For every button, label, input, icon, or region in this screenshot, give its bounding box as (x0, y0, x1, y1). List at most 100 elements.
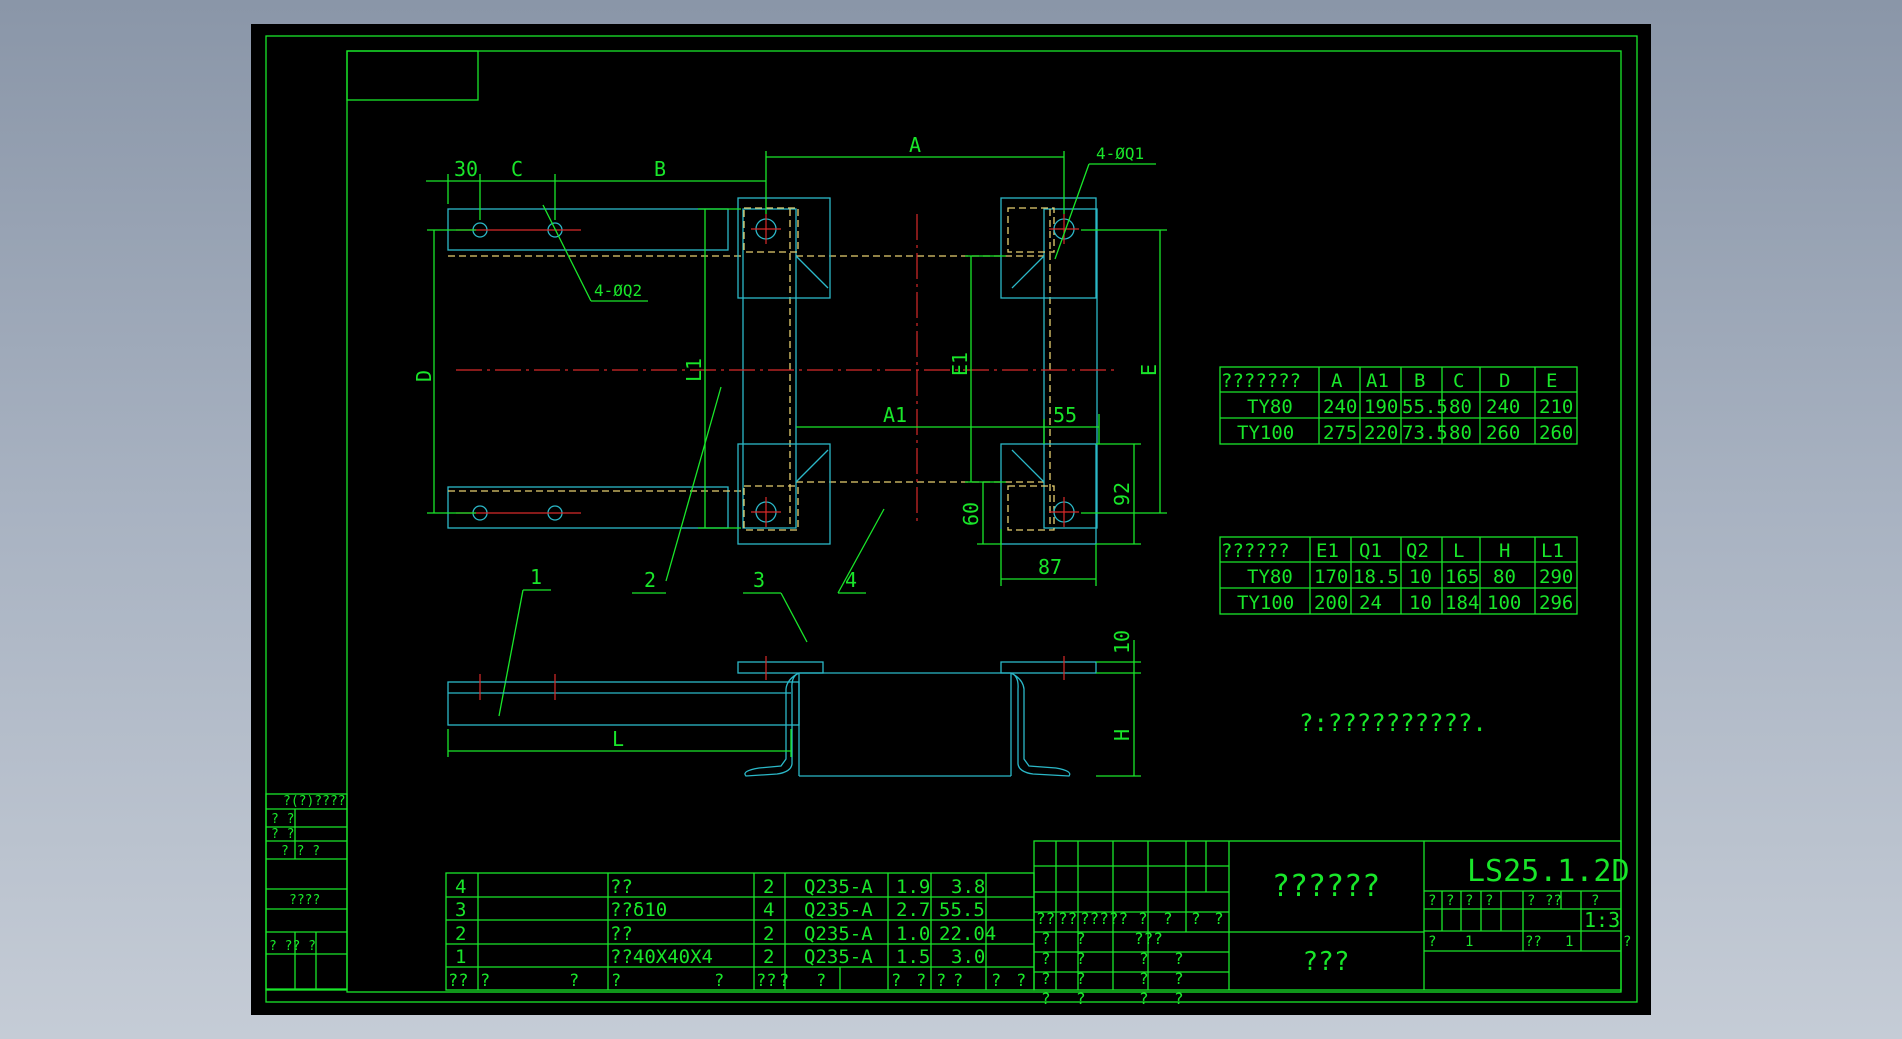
t1-cell: TY100 (1237, 422, 1294, 444)
t2-header: H (1499, 540, 1510, 562)
dim-l: L (612, 727, 624, 751)
plate-br (1000, 443, 1097, 545)
sign-cell: ? (1076, 929, 1086, 948)
param-table-2: ?????? E1 Q1 Q2 L H L1 TY80 170 18.5 10 … (1219, 536, 1578, 615)
sign-cell: ?? (1036, 909, 1055, 928)
dim-87: 87 (1038, 555, 1062, 579)
balloon-1: 1 (530, 565, 542, 589)
sidebar-row: ? ? (271, 812, 294, 827)
title-cell: ?? (1545, 893, 1562, 909)
dim-e1: E1 (948, 352, 972, 376)
bom-total-weight: 3.8 (951, 876, 985, 898)
bom-unit-weight: 1.5 (896, 946, 930, 968)
drawing-name: ?????? (1272, 869, 1380, 904)
sign-cell: ?? (1058, 909, 1077, 928)
bom-header: ? (953, 971, 963, 991)
t2-cell: 200 (1314, 592, 1348, 614)
bom-material: Q235-A (804, 876, 873, 898)
bom-header: ? (1016, 971, 1026, 991)
bom-no: 3 (455, 899, 466, 921)
bom-material: Q235-A (804, 923, 873, 945)
dim-d: D (412, 370, 436, 382)
bom-qty: 2 (763, 923, 774, 945)
t1-cell: 55.5 (1402, 396, 1448, 418)
sign-cell: ? (1174, 989, 1184, 1008)
title-cell: ?? (1525, 934, 1542, 950)
title-cell: ? (1485, 893, 1493, 909)
sign-cell: ? (1041, 969, 1051, 988)
scale: 1:3 (1584, 908, 1620, 932)
label-q2: 4-ØQ2 (594, 281, 642, 300)
bom-table: 4 ?? 2 Q235-A 1.9 3.8 3 ??δ10 4 Q235-A 2… (445, 872, 1035, 991)
bom-header: ? (891, 971, 901, 991)
title-cell: ? (1446, 893, 1454, 909)
sign-cell: ? (1139, 969, 1149, 988)
sign-cell: ? (1174, 949, 1184, 968)
balloon-3: 3 (753, 568, 765, 592)
t2-header: L (1453, 540, 1464, 562)
bom-name: ??40X40X4 (610, 946, 713, 968)
title-block: ?? ?? ????? ? ? ? ? ? ? ??? ? ? ? ? ? ? … (1033, 840, 1631, 1008)
sign-cell: ? (1041, 949, 1051, 968)
technical-note: ?:??????????. (1299, 709, 1487, 737)
bom-no: 2 (455, 923, 466, 945)
sign-cell: ? (1174, 969, 1184, 988)
t2-cell: 170 (1314, 566, 1348, 588)
bom-material: Q235-A (804, 899, 873, 921)
t2-cell: TY100 (1237, 592, 1294, 614)
sidebar-row: ? ?? ? (269, 939, 316, 954)
sign-cell: ? (1076, 989, 1086, 1008)
dim-30: 30 (454, 157, 478, 181)
bom-header: ?? (448, 971, 468, 991)
sidebar-row: ???? (289, 893, 320, 908)
sign-cell: ? (1076, 949, 1086, 968)
dim-92: 92 (1110, 482, 1134, 506)
t1-header: B (1414, 370, 1425, 392)
t1-cell: 73.5 (1402, 422, 1448, 444)
sign-cell: ? (1041, 989, 1051, 1008)
t1-cell: 220 (1364, 422, 1398, 444)
t2-cell: 290 (1539, 566, 1573, 588)
t1-cell: 240 (1323, 396, 1357, 418)
dim-l1: L1 (682, 358, 706, 382)
title-cell: ? (1527, 893, 1535, 909)
plate-tr (1000, 197, 1097, 299)
company-name: ??? (1303, 947, 1350, 977)
t2-cell: 165 (1445, 566, 1479, 588)
t2-cell: TY80 (1247, 566, 1293, 588)
sign-cell: ????? (1080, 909, 1128, 928)
bom-name: ?? (610, 923, 633, 945)
t2-cell: 184 (1445, 592, 1479, 614)
bom-name: ??δ10 (610, 899, 667, 921)
dim-10: 10 (1110, 630, 1134, 654)
dim-e: E (1137, 364, 1161, 376)
plate-tl (737, 197, 831, 299)
dim-55: 55 (1053, 403, 1077, 427)
plate-bl (737, 443, 831, 545)
sign-cell: ? (1076, 969, 1086, 988)
bom-total-weight: 55.5 (939, 899, 985, 921)
bom-header: ? (480, 971, 490, 991)
bom-header: ? (611, 971, 621, 991)
bom-name: ?? (610, 876, 633, 898)
t1-cell: 275 (1323, 422, 1357, 444)
sign-cell: ? (1139, 949, 1149, 968)
title-cell: 1 (1565, 934, 1573, 950)
param-table-1: ??????? A A1 B C D E TY80 240 190 55.5 8… (1219, 366, 1578, 445)
cad-drawing-viewport[interactable]: ?(?)???? ? ? ? ? ? ? ? ???? ? ?? ? A 30 … (251, 24, 1651, 1015)
dim-h: H (1110, 729, 1134, 741)
sign-cell: ? (1138, 909, 1148, 928)
title-cell: 1 (1465, 934, 1473, 950)
label-q1: 4-ØQ1 (1096, 144, 1144, 163)
sign-cell: ??? (1134, 929, 1163, 948)
t2-header: L1 (1541, 540, 1564, 562)
t1-cell: 210 (1539, 396, 1573, 418)
t1-header: A1 (1366, 370, 1389, 392)
t2-header: E1 (1316, 540, 1339, 562)
bom-header: ? (816, 971, 826, 991)
sign-cell: ? (1214, 909, 1224, 928)
t2-cell: 10 (1409, 592, 1432, 614)
t2-cell: 296 (1539, 592, 1573, 614)
bom-qty: 2 (763, 876, 774, 898)
bom-header: ?? (756, 971, 776, 991)
